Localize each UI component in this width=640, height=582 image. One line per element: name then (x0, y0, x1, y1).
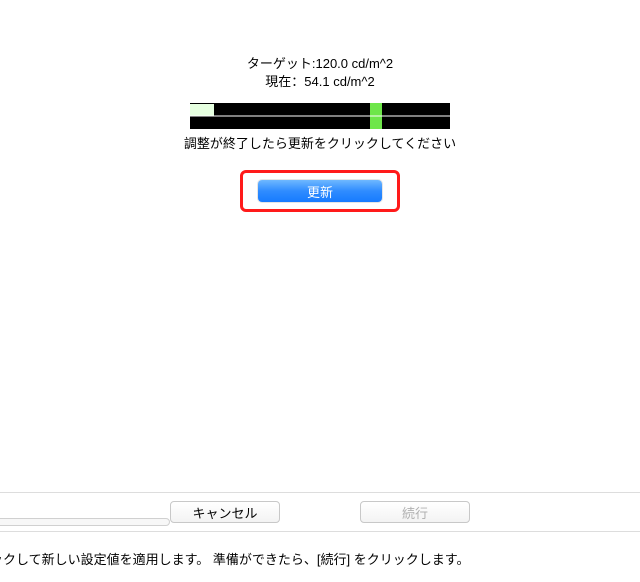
instruction-text: 調整が終了したら更新をクリックしてください (0, 133, 640, 152)
target-label: ターゲット: (247, 56, 316, 71)
current-label: 現在： (265, 74, 304, 89)
calibration-progress-bar (190, 103, 450, 129)
current-marker (190, 104, 214, 116)
calibration-panel: ターゲット:120.0 cd/m^2 現在：54.1 cd/m^2 調整が終了し… (0, 55, 640, 212)
cancel-button[interactable]: キャンセル (170, 501, 280, 523)
target-reading: ターゲット:120.0 cd/m^2 (0, 55, 640, 73)
update-button[interactable]: 更新 (258, 180, 382, 202)
current-value: 54.1 cd/m^2 (304, 74, 374, 89)
target-value: 120.0 cd/m^2 (315, 56, 393, 71)
dialog-button-row: キャンセル 続行 (0, 492, 640, 532)
current-reading: 現在：54.1 cd/m^2 (0, 73, 640, 91)
footer-instruction: ックして新しい設定値を適用します。 準備ができたら、[続行] をクリックします。 (0, 549, 640, 568)
bar-divider (190, 116, 450, 117)
continue-button: 続行 (360, 501, 470, 523)
update-highlight-box: 更新 (240, 170, 400, 212)
